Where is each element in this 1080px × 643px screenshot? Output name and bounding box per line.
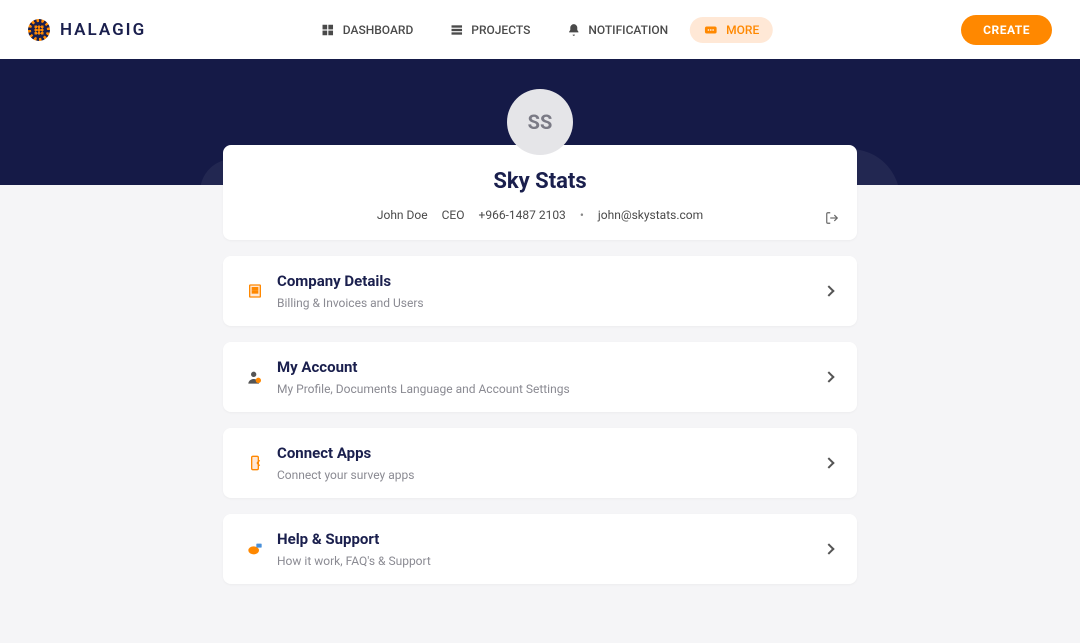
menu-subtitle: How it work, FAQ's & Support <box>277 554 811 568</box>
nav-dashboard[interactable]: DASHBOARD <box>307 17 428 43</box>
nav-more[interactable]: MORE <box>690 17 773 43</box>
logout-icon[interactable] <box>825 210 839 224</box>
avatar: SS <box>507 89 573 155</box>
menu-connect-apps[interactable]: Connect Apps Connect your survey apps <box>223 428 857 498</box>
logo[interactable]: HALAGIG <box>28 19 146 41</box>
menu-subtitle: Billing & Invoices and Users <box>277 296 811 310</box>
menu-company-details[interactable]: Company Details Billing & Invoices and U… <box>223 256 857 326</box>
company-name: Sky Stats <box>247 169 833 194</box>
chevron-right-icon <box>823 457 834 468</box>
user-phone: +966-1487 2103 <box>479 208 566 222</box>
projects-icon <box>449 23 463 37</box>
chevron-right-icon <box>823 543 834 554</box>
nav-projects[interactable]: PROJECTS <box>435 17 544 43</box>
menu-text: Help & Support How it work, FAQ's & Supp… <box>277 530 811 568</box>
company-icon <box>247 283 263 299</box>
logo-icon <box>28 19 50 41</box>
nav-label: NOTIFICATION <box>588 23 668 37</box>
chevron-right-icon <box>823 371 834 382</box>
brand-name: HALAGIG <box>60 20 146 40</box>
more-icon <box>704 23 718 37</box>
profile-info: John Doe CEO +966-1487 2103 • john@skyst… <box>247 208 833 222</box>
dashboard-icon <box>321 23 335 37</box>
create-button[interactable]: CREATE <box>961 15 1052 45</box>
menu-help-support[interactable]: Help & Support How it work, FAQ's & Supp… <box>223 514 857 584</box>
menu-title: Connect Apps <box>277 444 811 462</box>
content: SS Sky Stats John Doe CEO +966-1487 2103… <box>223 145 857 584</box>
nav-label: MORE <box>726 23 759 37</box>
header: HALAGIG DASHBOARD PROJECTS NOTIFICATION … <box>0 0 1080 59</box>
profile-card: Sky Stats John Doe CEO +966-1487 2103 • … <box>223 145 857 240</box>
nav-label: PROJECTS <box>471 23 530 37</box>
menu-subtitle: Connect your survey apps <box>277 468 811 482</box>
chevron-right-icon <box>823 285 834 296</box>
help-icon <box>247 541 263 557</box>
menu-title: Help & Support <box>277 530 811 548</box>
menu-my-account[interactable]: My Account My Profile, Documents Languag… <box>223 342 857 412</box>
account-icon <box>247 369 263 385</box>
main-nav: DASHBOARD PROJECTS NOTIFICATION MORE <box>307 17 773 43</box>
menu-text: Company Details Billing & Invoices and U… <box>277 272 811 310</box>
user-email: john@skystats.com <box>598 208 703 222</box>
separator: • <box>580 208 584 222</box>
menu-title: My Account <box>277 358 811 376</box>
connect-icon <box>247 455 263 471</box>
menu-title: Company Details <box>277 272 811 290</box>
menu-text: My Account My Profile, Documents Languag… <box>277 358 811 396</box>
nav-notification[interactable]: NOTIFICATION <box>552 17 682 43</box>
nav-label: DASHBOARD <box>343 23 414 37</box>
menu-subtitle: My Profile, Documents Language and Accou… <box>277 382 811 396</box>
user-role: CEO <box>442 208 465 222</box>
bell-icon <box>566 23 580 37</box>
menu-text: Connect Apps Connect your survey apps <box>277 444 811 482</box>
user-name: John Doe <box>377 208 428 222</box>
